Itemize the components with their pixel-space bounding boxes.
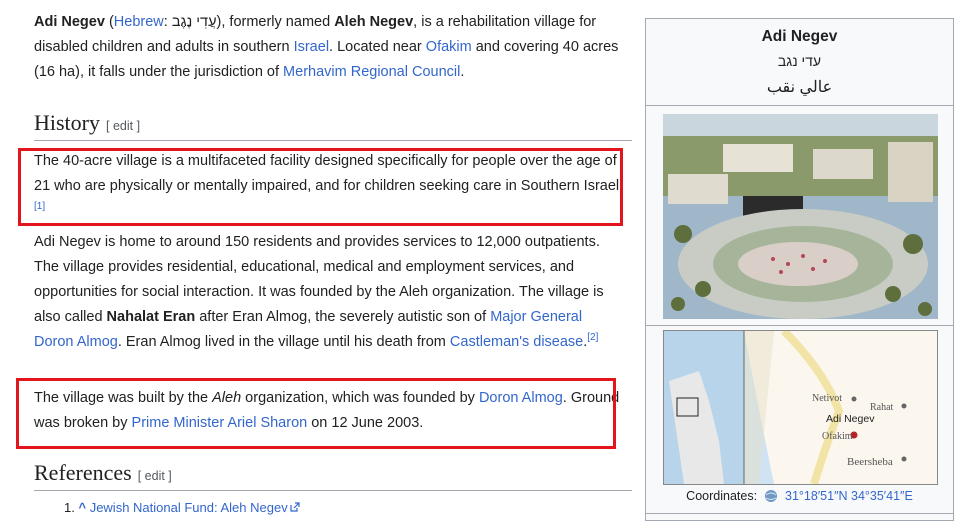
coordinates-row: Coordinates: 31°18′51″N 34°35′41″E <box>646 489 953 503</box>
nahalat-eran: Nahalat Eran <box>106 309 196 325</box>
intro-text: ( <box>104 14 114 30</box>
hebrew-link[interactable]: Hebrew <box>114 14 164 30</box>
history-p2-text: . Eran Almog lived in the village until … <box>117 334 450 350</box>
former-name: Aleh Negev <box>334 14 414 30</box>
intro-text: . Located near <box>329 39 426 55</box>
map-label-ofakim: Ofakim <box>822 431 853 442</box>
coordinates-link[interactable]: 31°18′51″N 34°35′41″E <box>785 489 913 503</box>
history-heading: History [ edit ] <box>34 110 632 141</box>
highlight-box-2 <box>16 378 616 449</box>
location-map[interactable]: Netivot Rahat Adi Negev Ofakim Beersheba <box>663 330 938 485</box>
infobox-divider <box>646 325 953 326</box>
map-graphic <box>664 331 937 484</box>
external-link-icon <box>290 502 300 512</box>
ref-item-1-link[interactable]: Jewish National Fund: Aleh Negev <box>90 500 288 515</box>
infobox-divider <box>646 105 953 106</box>
map-label-netivot: Netivot <box>812 393 842 404</box>
map-label-rahat: Rahat <box>870 402 894 413</box>
castlemans-link[interactable]: Castleman's disease <box>450 334 583 350</box>
ref-2-link[interactable]: [2] <box>587 332 598 343</box>
ref-backlink-caret[interactable]: ^ <box>78 500 86 515</box>
village-aerial-image <box>663 114 938 319</box>
intro-hebrew: : עֲדִי נֶגֶב <box>163 14 217 30</box>
intro-title: Adi Negev <box>34 14 105 30</box>
history-edit-link[interactable]: [ edit ] <box>106 119 140 133</box>
map-label-beersheba: Beersheba <box>847 456 893 468</box>
article-body: Adi Negev (Hebrew: עֲדִי נֶגֶב), formerl… <box>34 10 634 515</box>
history-heading-text: History <box>34 110 100 135</box>
references-heading: References [ edit ] <box>34 460 632 491</box>
infobox-hebrew-name: עדי נגב <box>777 53 822 69</box>
history-p2-text: after Eran Almog, the severely autistic … <box>195 309 491 325</box>
references-edit-link[interactable]: [ edit ] <box>138 469 172 483</box>
infobox-title: Adi Negev <box>761 28 838 45</box>
intro-text: ), formerly named <box>216 14 335 30</box>
intro-paragraph: Adi Negev (Hebrew: עֲדִי נֶגֶב), formerl… <box>34 10 634 85</box>
coordinates-label: Coordinates: <box>686 489 758 503</box>
references-heading-text: References <box>34 460 132 485</box>
references-list: 1. ^ Jewish National Fund: Aleh Negev <box>64 500 300 515</box>
merhavim-link[interactable]: Merhavim Regional Council <box>283 64 460 80</box>
globe-icon[interactable] <box>763 489 779 503</box>
village-photo[interactable] <box>663 114 938 319</box>
infobox: Adi Negev עדי נגב عالي نقب Netivot Rahat… <box>645 18 954 521</box>
intro-text: . <box>460 64 465 80</box>
history-paragraph-2: Adi Negev is home to around 150 resident… <box>34 230 624 355</box>
ofakim-link[interactable]: Ofakim <box>426 39 472 55</box>
ref-item-number: 1. <box>64 500 75 515</box>
highlight-box-1 <box>18 148 623 226</box>
map-label-adi-negev: Adi Negev <box>826 413 875 425</box>
infobox-divider <box>646 513 953 514</box>
infobox-arabic-name: عالي نقب <box>766 79 833 96</box>
israel-link[interactable]: Israel <box>294 39 329 55</box>
